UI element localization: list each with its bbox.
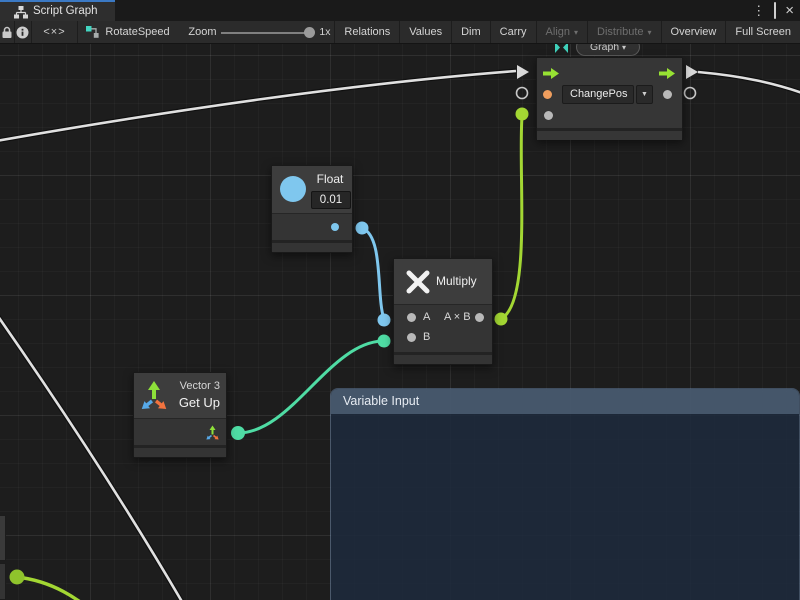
graph-value-in-port[interactable]: [544, 111, 553, 120]
kebab-menu-icon[interactable]: ⋮: [752, 0, 765, 21]
node-multiply-footer: [394, 355, 492, 364]
node-float-footer: [272, 243, 352, 252]
node-vector-type-label: Vector 3: [180, 380, 220, 392]
zoom-slider-knob[interactable]: [304, 27, 315, 38]
script-graph-icon: [14, 6, 28, 19]
port-dot-vector-out[interactable]: [231, 426, 245, 440]
node-multiply-ports: A A × B B: [394, 304, 492, 352]
node-graph-unit[interactable]: Graph ▾ ChangePos ▼: [536, 36, 683, 140]
port-dot-multiply-result[interactable]: [495, 313, 508, 326]
group-panel-title[interactable]: Variable Input: [331, 389, 799, 414]
port-dot-graph-value-in[interactable]: [516, 108, 529, 121]
node-multiply-title: Multiply: [436, 274, 477, 288]
flow-in-arrow-icon[interactable]: [543, 68, 559, 79]
window-controls: ⋮ ×: [752, 0, 794, 21]
port-dot-multiply-a-in[interactable]: [378, 314, 391, 327]
node-vector-footer: [134, 448, 226, 457]
maximize-icon[interactable]: [774, 0, 776, 21]
carry-button[interactable]: Carry: [491, 21, 537, 43]
overview-button[interactable]: Overview: [662, 21, 727, 43]
node-multiply-header[interactable]: Multiply: [394, 259, 492, 304]
align-dropdown-button[interactable]: Align ▾: [537, 21, 588, 43]
node-vector-get-up[interactable]: Vector 3 Get Up: [133, 372, 227, 458]
close-icon[interactable]: ×: [785, 0, 794, 21]
distribute-dropdown-arrow-icon: ▾: [648, 28, 652, 37]
group-panel[interactable]: Variable Input: [330, 388, 800, 600]
node-float-ports: [272, 213, 352, 240]
lock-icon: [2, 26, 12, 39]
float-output-port[interactable]: [331, 223, 339, 231]
node-vector-header[interactable]: Vector 3 Get Up: [134, 373, 226, 418]
node-vector-title: Get Up: [179, 395, 220, 410]
cut-node-header[interactable]: [0, 515, 6, 561]
port-dot-bottom-left[interactable]: [10, 570, 25, 585]
multiply-port-out-label: A × B: [444, 311, 471, 323]
flow-out-arrow-icon[interactable]: [659, 68, 675, 79]
align-dropdown-arrow-icon: ▾: [574, 28, 578, 37]
lock-button[interactable]: [0, 21, 15, 43]
full-screen-button[interactable]: Full Screen: [726, 21, 800, 43]
multiply-port-out[interactable]: [475, 313, 484, 322]
script-graph-window: Variable Input: [0, 0, 800, 600]
zoom-slider-track[interactable]: [221, 32, 311, 34]
node-vector-ports: [134, 418, 226, 445]
group-panel-body[interactable]: [331, 414, 799, 600]
tab-bar: Script Graph ⋮ ×: [0, 0, 800, 21]
toolbar-graph-info: RotateSpeed Zoom 1x: [78, 21, 335, 43]
toolbar: <×> RotateSpeed Zoom 1x Relations Values…: [0, 21, 800, 44]
port-dot-float-out[interactable]: [356, 222, 369, 235]
graph-variable-port[interactable]: [543, 90, 552, 99]
cut-node-body[interactable]: [0, 563, 6, 600]
node-float-title: Float: [310, 172, 350, 186]
multiply-port-b-label: B: [423, 331, 430, 343]
node-float[interactable]: Float: [271, 165, 353, 253]
relations-button[interactable]: Relations: [335, 21, 400, 43]
graph-variable-select[interactable]: ChangePos: [562, 85, 634, 104]
graph-asset-small-icon: [86, 25, 100, 39]
node-graph-footer: [537, 131, 682, 140]
node-float-header[interactable]: Float: [272, 166, 352, 213]
tab-script-graph[interactable]: Script Graph: [0, 0, 115, 21]
multiply-port-a-label: A: [423, 311, 430, 323]
graph-title-dropdown-arrow-icon: ▾: [622, 43, 626, 52]
values-button[interactable]: Values: [400, 21, 452, 43]
node-multiply[interactable]: Multiply A A × B B: [393, 258, 493, 365]
multiply-port-a[interactable]: [407, 313, 416, 322]
code-view-button[interactable]: <×>: [32, 21, 79, 43]
multiply-port-b[interactable]: [407, 333, 416, 342]
multiply-x-icon: [405, 269, 431, 295]
tab-script-graph-label: Script Graph: [33, 5, 98, 17]
code-icon: <×>: [43, 26, 65, 38]
graph-output-port[interactable]: [663, 90, 672, 99]
node-graph-body[interactable]: ChangePos ▼: [536, 57, 683, 140]
graph-name-label: RotateSpeed: [105, 26, 169, 38]
graph-variable-select-arrow-icon[interactable]: ▼: [636, 85, 653, 104]
vector3-arrows-icon: [139, 380, 169, 410]
zoom-label: Zoom: [188, 26, 216, 38]
zoom-value: 1x: [319, 26, 330, 38]
port-dot-multiply-b-in[interactable]: [378, 335, 391, 348]
info-button[interactable]: [15, 21, 31, 43]
info-icon: [16, 26, 29, 39]
float-value-input[interactable]: [311, 191, 351, 209]
vector3-output-port-icon[interactable]: [205, 425, 220, 440]
dim-button[interactable]: Dim: [452, 21, 491, 43]
float-type-icon: [280, 176, 306, 202]
distribute-dropdown-button[interactable]: Distribute ▾: [588, 21, 661, 43]
